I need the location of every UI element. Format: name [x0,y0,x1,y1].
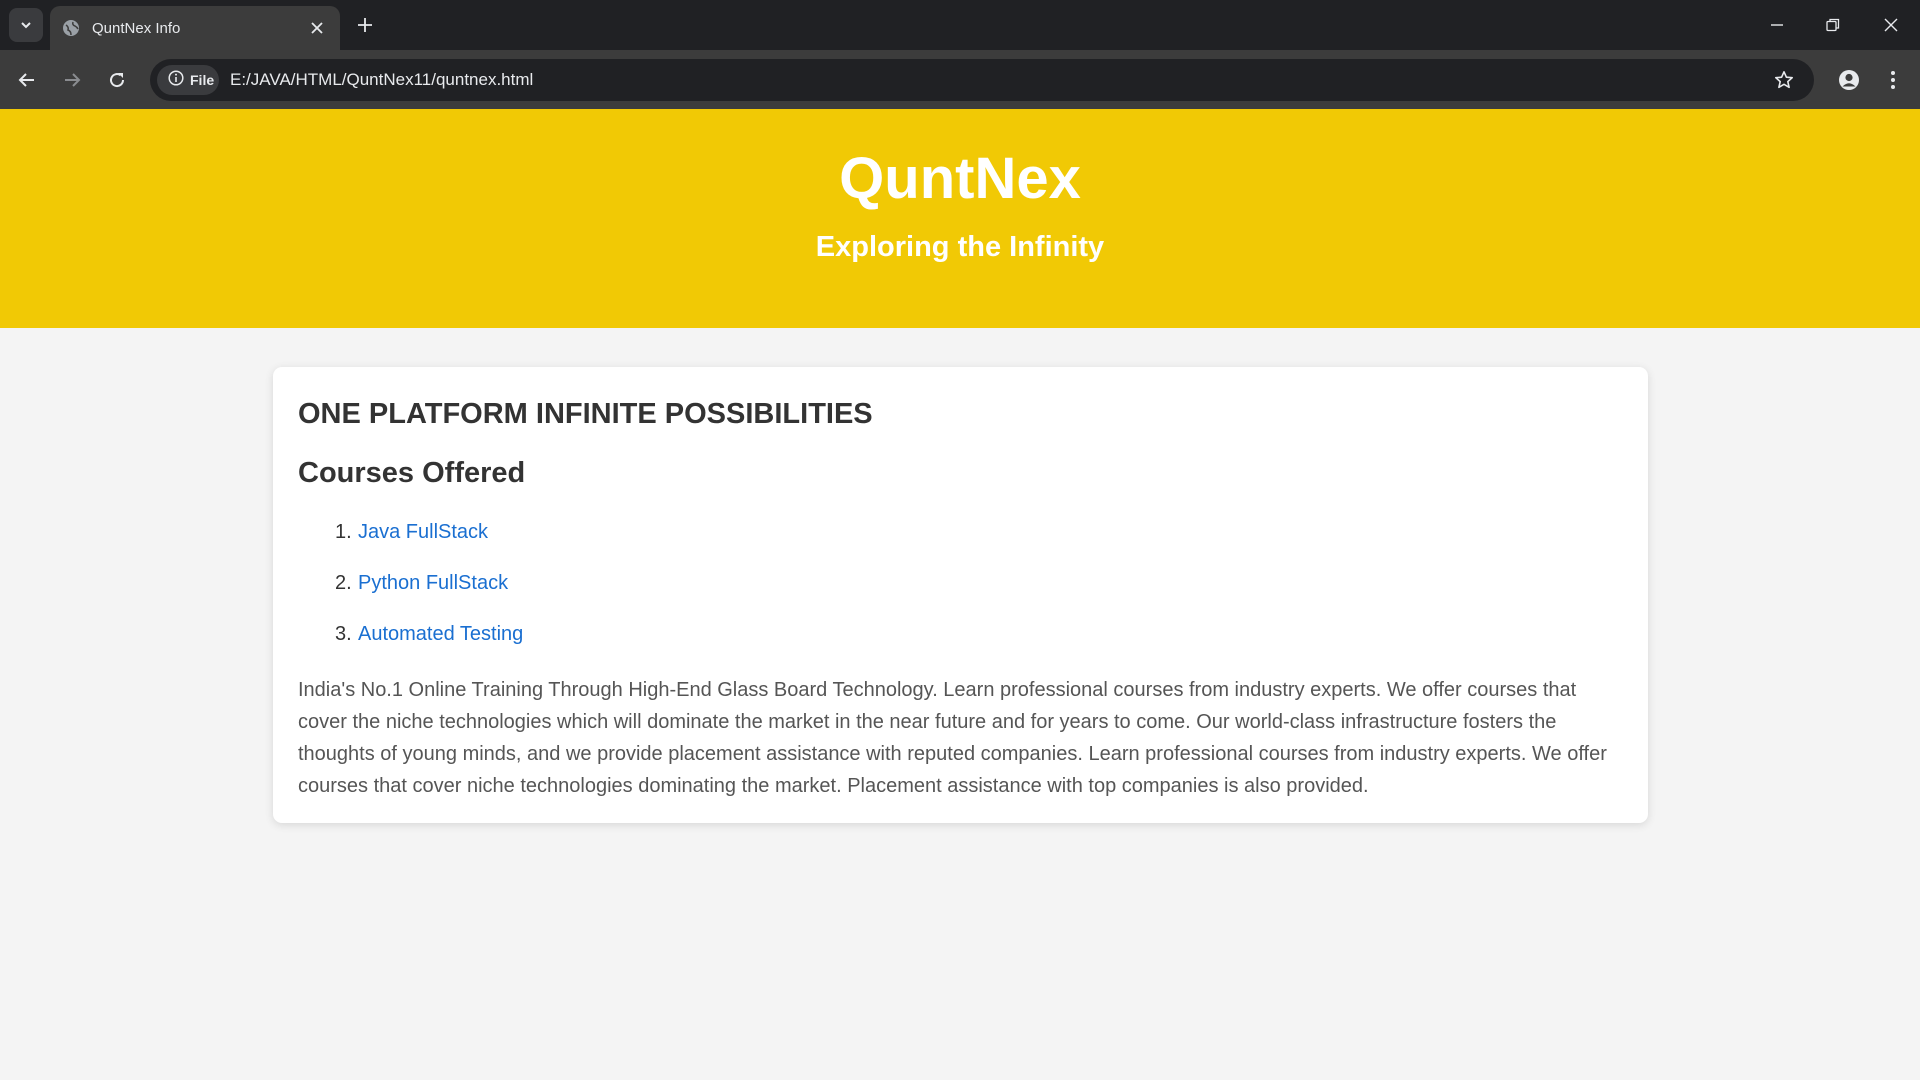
courses-list: 1. Java FullStack 2. Python FullStack 3.… [298,507,1623,660]
close-window-icon[interactable] [1868,8,1914,42]
restore-icon[interactable] [1810,8,1856,42]
plus-icon[interactable] [352,12,378,38]
course-link-automated-testing[interactable]: Automated Testing [358,623,523,646]
minimize-icon[interactable] [1754,8,1800,42]
site-title: QuntNex [839,146,1081,211]
site-chip-label: File [190,72,215,88]
course-link-python-fullstack[interactable]: Python FullStack [358,572,508,595]
list-number: 1. [335,520,352,543]
browser-tabstrip: QuntNex Info [0,0,1920,50]
globe-icon [62,19,80,37]
site-header: QuntNex Exploring the Infinity [0,109,1920,328]
browser-toolbar: File E:/JAVA/HTML/QuntNex11/quntnex.html [0,50,1920,109]
tab-search-icon[interactable] [9,8,43,42]
close-icon[interactable] [306,17,328,39]
site-info-chip[interactable]: File [157,65,219,95]
list-number: 2. [335,571,352,594]
content-card: ONE PLATFORM INFINITE POSSIBILITIES Cour… [273,367,1648,823]
description-paragraph: India's No.1 Online Training Through Hig… [298,678,1607,797]
page-viewport: QuntNex Exploring the Infinity ONE PLATF… [0,109,1920,1077]
list-item: 2. Python FullStack [335,558,1623,609]
reload-icon[interactable] [100,63,134,97]
forward-arrow-icon[interactable] [55,63,89,97]
page-heading: ONE PLATFORM INFINITE POSSIBILITIES [298,398,873,430]
course-link-java-fullstack[interactable]: Java FullStack [358,521,488,544]
profile-icon[interactable] [1832,63,1866,97]
site-tagline: Exploring the Infinity [815,230,1105,263]
list-item: 1. Java FullStack [335,507,1623,558]
url-text[interactable]: E:/JAVA/HTML/QuntNex11/quntnex.html [230,70,533,90]
kebab-menu-icon[interactable] [1876,63,1910,97]
list-number: 3. [335,622,352,645]
info-icon [168,69,184,91]
browser-tab[interactable]: QuntNex Info [50,6,340,50]
tab-title: QuntNex Info [92,19,181,37]
list-item: 3. Automated Testing [335,609,1623,660]
back-arrow-icon[interactable] [10,63,44,97]
star-icon[interactable] [1772,68,1796,92]
courses-heading: Courses Offered [298,456,526,489]
address-bar[interactable]: File E:/JAVA/HTML/QuntNex11/quntnex.html [150,59,1814,101]
